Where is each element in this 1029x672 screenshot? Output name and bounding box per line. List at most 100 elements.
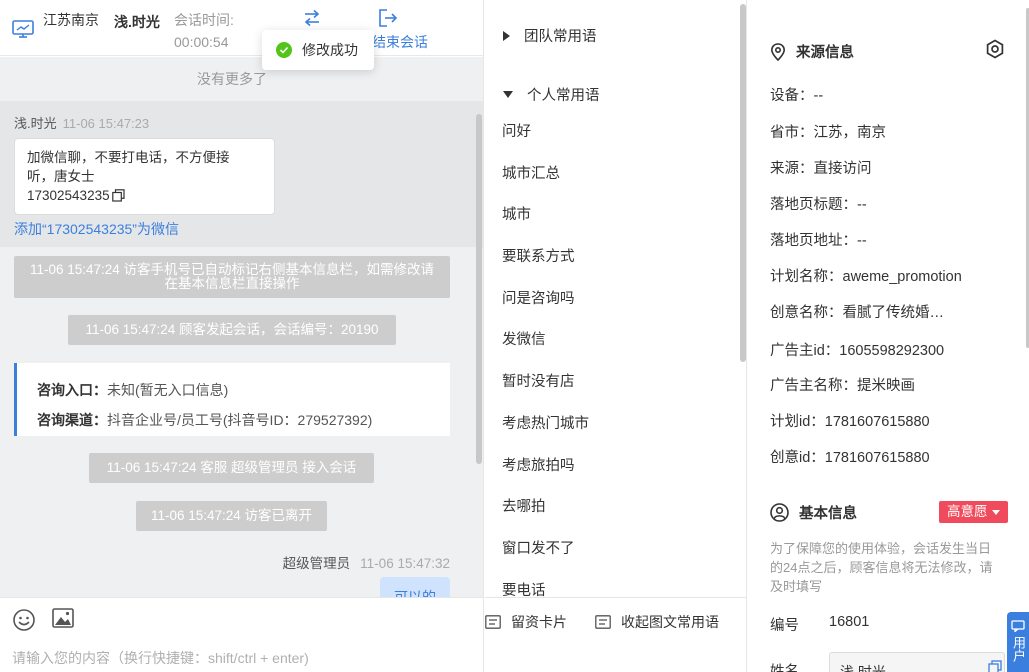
transfer-icon[interactable] xyxy=(302,9,322,27)
phrase-item[interactable]: 要联系方式 xyxy=(502,237,732,279)
section-label: 来源信息 xyxy=(796,45,854,61)
system-message: 11-06 15:47:24 访客已离开 xyxy=(136,501,327,531)
phrase-item[interactable]: 窗口发不了 xyxy=(502,529,732,571)
image-icon[interactable] xyxy=(52,608,74,628)
copy-icon[interactable] xyxy=(111,189,125,202)
consult-info-card: 咨询入口：未知(暂无入口信息) 咨询渠道：抖音企业号/员工号(抖音号ID：279… xyxy=(14,363,450,436)
intent-level-dropdown[interactable]: 高意愿 xyxy=(939,501,1008,523)
name-label: 姓名 xyxy=(770,664,799,672)
group-label: 个人常用语 xyxy=(527,88,600,104)
phrase-item[interactable]: 问是咨询吗 xyxy=(502,279,732,321)
visitor-info-panel: 来源信息 设备：-- 省市：江苏，南京 来源：直接访问 落地页标题：-- 落地页… xyxy=(748,0,1029,672)
sender-time: 11-06 15:47:23 xyxy=(62,116,150,131)
chat-messages[interactable]: 没有更多了 浅.时光 11-06 15:47:23 加微信聊，不要打电话，不方便接… xyxy=(0,57,483,597)
id-label: 编号 xyxy=(770,618,799,634)
agent-message-bubble: 可以的 xyxy=(380,577,450,597)
group-label: 团队常用语 xyxy=(524,29,597,45)
caret-right-icon xyxy=(503,30,510,41)
chat-panel: 江苏南京 浅.时光 会话时间: 00:00:54 结束会话 修改成功 没有更多了… xyxy=(0,0,484,672)
basic-info-note: 为了保障您的使用体验，会话发生当日的24点之后，顾客信息将无法修改，请及时填写 xyxy=(770,541,993,594)
common-phrases-panel: 团队常用语 个人常用语 问好 城市汇总 城市 要联系方式 问是咨询吗 发微信 暂… xyxy=(485,0,747,672)
chat-header: 江苏南京 浅.时光 会话时间: 00:00:54 结束会话 xyxy=(0,0,483,56)
session-time-value: 00:00:54 xyxy=(174,34,229,50)
card-icon xyxy=(485,615,501,629)
agent-sender-line: 超级管理员 11-06 15:47:32 xyxy=(283,552,450,572)
side-tab-label: 用户 xyxy=(1011,636,1026,662)
lead-card-button[interactable]: 留资卡片 xyxy=(485,612,567,632)
phrase-item[interactable]: 考虑热门城市 xyxy=(502,404,732,446)
name-field[interactable]: 浅.时光 xyxy=(829,652,1005,672)
add-wechat-link[interactable]: 添加“17302543235”为微信 xyxy=(14,219,179,239)
exit-icon[interactable] xyxy=(378,9,398,27)
caret-down-icon xyxy=(503,91,513,98)
id-value: 16801 xyxy=(829,614,870,630)
source-row-plan-id: 计划id：1781607615880 xyxy=(770,414,930,430)
phrase-item[interactable]: 去哪拍 xyxy=(502,487,732,529)
source-row-advertiser-name: 广告主名称：提米映画 xyxy=(770,378,915,394)
emoji-icon[interactable] xyxy=(12,608,36,632)
chat-scrollbar[interactable] xyxy=(476,114,482,464)
intent-level-label: 高意愿 xyxy=(947,504,988,519)
visitor-message-line: 加微信聊，不要打电话，不方便接 xyxy=(27,150,230,165)
visitor-message-bubble: 加微信聊，不要打电话，不方便接 听，唐女士 17302543235 xyxy=(14,138,275,215)
source-row-creative-id: 创意id：1781607615880 xyxy=(770,450,930,466)
collapse-phrases-label: 收起图文常用语 xyxy=(621,614,719,630)
source-info-title: 来源信息 xyxy=(770,41,854,62)
success-toast: 修改成功 xyxy=(262,30,374,70)
phrase-item[interactable]: 考虑旅拍吗 xyxy=(502,446,732,488)
system-message: 11-06 15:47:24 访客手机号已自动标记右侧基本信息栏，如需修改请在基… xyxy=(14,256,450,298)
phrase-footer: 留资卡片 收起图文常用语 xyxy=(485,597,746,672)
phrase-item[interactable]: 城市 xyxy=(502,195,732,237)
sender-name: 浅.时光 xyxy=(14,116,57,131)
agent-time: 11-06 15:47:32 xyxy=(360,556,450,571)
monitor-icon xyxy=(12,20,34,38)
lead-card-label: 留资卡片 xyxy=(511,614,567,630)
user-side-tab[interactable]: 用户 xyxy=(1007,612,1029,672)
entry-label: 咨询入口： xyxy=(37,382,107,398)
card-icon xyxy=(595,615,611,629)
visitor-location: 江苏南京 xyxy=(43,12,99,28)
session-time-label: 会话时间: xyxy=(174,12,234,28)
caret-down-icon xyxy=(991,509,1000,515)
phrase-item[interactable]: 问好 xyxy=(502,112,732,154)
basic-info-title: 基本信息 xyxy=(770,502,857,523)
message-composer xyxy=(0,597,483,672)
source-row-region: 省市：江苏，南京 xyxy=(770,125,886,141)
phrase-group-personal[interactable]: 个人常用语 xyxy=(503,84,600,105)
visitor-message-line: 听，唐女士 xyxy=(27,169,95,184)
no-more-label[interactable]: 没有更多了 xyxy=(0,69,464,89)
user-icon xyxy=(770,503,789,522)
channel-label: 咨询渠道： xyxy=(37,412,107,428)
toast-text: 修改成功 xyxy=(302,42,358,58)
source-row-advertiser-id: 广告主id：1605598292300 xyxy=(770,343,945,359)
source-row-landing-url: 落地页地址：-- xyxy=(770,233,867,249)
settings-icon[interactable] xyxy=(985,39,1005,59)
phrase-item[interactable]: 暂时没有店 xyxy=(502,362,732,404)
visitor-name: 浅.时光 xyxy=(114,14,160,30)
source-row-origin: 来源：直接访问 xyxy=(770,161,872,177)
phrase-item[interactable]: 发微信 xyxy=(502,320,732,362)
section-label: 基本信息 xyxy=(799,506,857,522)
system-message: 11-06 15:47:24 顾客发起会话，会话编号：20190 xyxy=(68,315,396,345)
phrase-scrollbar[interactable] xyxy=(740,4,746,362)
phrase-list: 问好 城市汇总 城市 要联系方式 问是咨询吗 发微信 暂时没有店 考虑热门城市 … xyxy=(502,112,732,612)
location-pin-icon xyxy=(770,42,786,61)
collapse-phrases-button[interactable]: 收起图文常用语 xyxy=(595,612,719,632)
visitor-sender-line: 浅.时光 11-06 15:47:23 xyxy=(14,113,149,132)
source-row-landing-title: 落地页标题：-- xyxy=(770,197,867,213)
source-row-device: 设备：-- xyxy=(770,88,824,104)
entry-value: 未知(暂无入口信息) xyxy=(107,382,229,398)
message-icon xyxy=(1011,620,1025,632)
source-row-creative-name: 创意名称：看腻了传统婚纱照 xyxy=(770,305,952,321)
visitor-phone: 17302543235 xyxy=(27,188,110,203)
message-input[interactable] xyxy=(12,650,472,666)
check-circle-icon xyxy=(276,42,292,58)
copy-icon[interactable] xyxy=(988,660,1002,672)
agent-name: 超级管理员 xyxy=(282,556,351,571)
channel-value: 抖音企业号/员工号(抖音号ID：279527392) xyxy=(107,412,373,428)
phrase-group-team[interactable]: 团队常用语 xyxy=(503,25,597,46)
phrase-item[interactable]: 城市汇总 xyxy=(502,154,732,196)
end-session-button[interactable]: 结束会话 xyxy=(372,33,428,51)
source-row-plan-name: 计划名称：aweme_promotion xyxy=(770,269,962,285)
system-message: 11-06 15:47:24 客服 超级管理员 接入会话 xyxy=(89,453,374,483)
